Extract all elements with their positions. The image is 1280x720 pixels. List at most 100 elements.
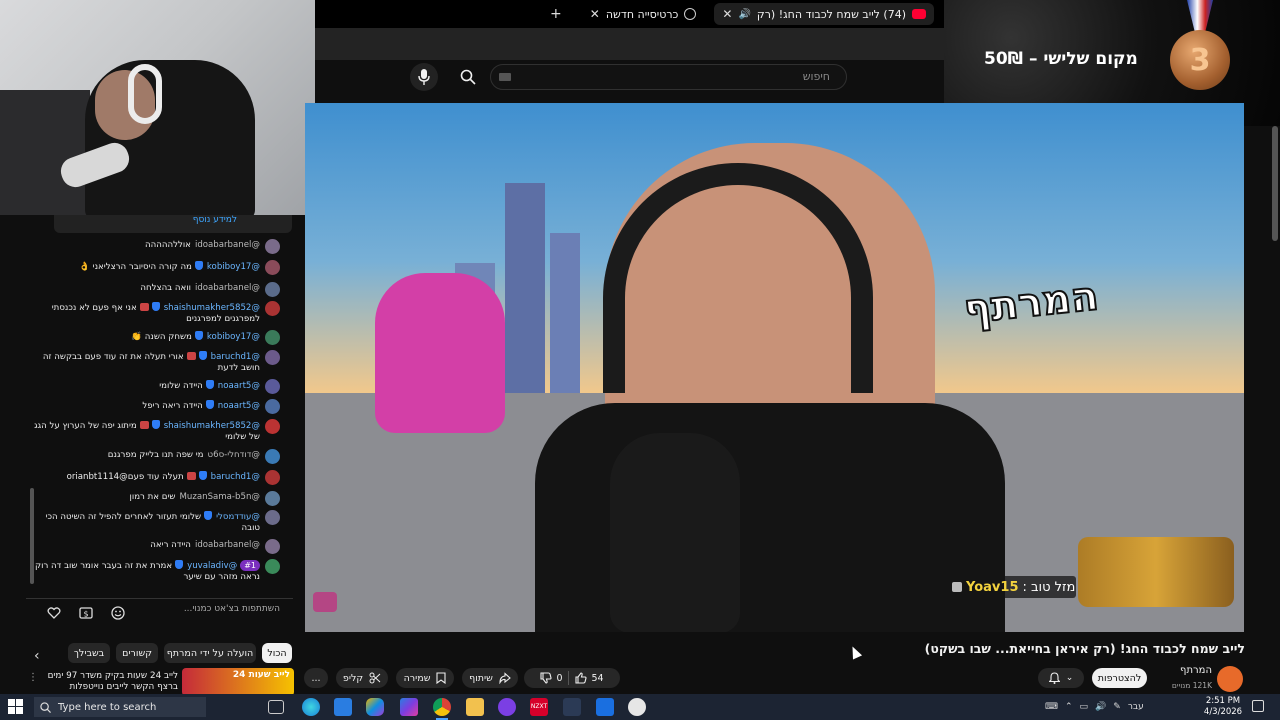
close-tab-icon[interactable]: ✕	[590, 7, 600, 21]
chat-author[interactable]: @baruchd1	[211, 352, 260, 362]
chat-message: @MuzanSama-b5nשים את רמון	[30, 491, 280, 506]
task-view-icon[interactable]	[268, 700, 284, 714]
office-icon[interactable]	[400, 698, 418, 716]
donation-alert: Yoav15 מזל טוב :	[948, 576, 1076, 598]
subscribed-button[interactable]: ⌄	[1038, 668, 1084, 688]
chat-avatar[interactable]	[265, 301, 280, 316]
chat-message-body: @kobiboy17 משחק השנה 👏	[30, 331, 260, 343]
chat-text: תעלה עוד פעם@orianbt1114	[66, 472, 184, 482]
chip-all[interactable]: הכול	[262, 643, 292, 663]
chat-author[interactable]: @baruchd1	[211, 472, 260, 482]
app-icon[interactable]	[563, 698, 581, 716]
chat-avatar[interactable]	[265, 260, 280, 275]
chat-avatar[interactable]	[265, 282, 280, 297]
chat-info-link[interactable]: למידע נוסף	[54, 215, 292, 233]
verified-badge-icon	[151, 420, 160, 429]
copilot-icon[interactable]	[366, 698, 384, 716]
super-chat-button[interactable]: $	[77, 604, 95, 622]
chip-related[interactable]: קשורים	[116, 643, 158, 663]
channel-avatar[interactable]	[1217, 666, 1243, 692]
notification-icon[interactable]	[1252, 700, 1264, 712]
more-actions-button[interactable]: ...	[304, 668, 328, 688]
like-button[interactable]: 54	[575, 672, 604, 684]
taskbar-search[interactable]: Type here to search	[34, 697, 206, 717]
chat-author[interactable]: @noaart5	[218, 381, 260, 391]
store-icon[interactable]	[334, 698, 352, 716]
chat-avatar[interactable]	[265, 449, 280, 464]
chat-author[interactable]: @shaishumakher5852	[164, 421, 260, 431]
chat-avatar[interactable]	[265, 399, 280, 414]
join-button[interactable]: להצטרפות	[1092, 668, 1147, 688]
chat-avatar[interactable]	[265, 510, 280, 525]
save-button[interactable]: שמירה	[396, 668, 454, 688]
chat-author[interactable]: @idoabarbanel	[195, 240, 260, 250]
new-tab-button[interactable]: +	[550, 6, 562, 22]
chat-author[interactable]: @shaishumakher5852	[164, 303, 260, 313]
obs-icon[interactable]	[628, 698, 646, 716]
tab-new[interactable]: כרטיסייה חדשה ✕	[582, 3, 705, 25]
search-input[interactable]: חיפוש	[490, 64, 847, 90]
chat-avatar[interactable]	[265, 470, 280, 485]
chat-author[interactable]: @עודדמסלי	[216, 512, 260, 522]
page-scrollbar[interactable]	[1272, 126, 1278, 241]
chip-uploaded-by[interactable]: הועלה על ידי המרתף	[164, 643, 256, 663]
youtube-icon	[912, 9, 926, 19]
network-icon[interactable]: ▭	[1080, 702, 1089, 712]
pen-icon[interactable]: ✎	[1113, 702, 1121, 712]
like-dislike-group: 54 0	[524, 668, 620, 688]
share-button[interactable]: שיתוף	[462, 668, 518, 688]
chat-avatar[interactable]	[265, 539, 280, 554]
dislike-button[interactable]: 0	[540, 672, 562, 684]
chat-author[interactable]: @idoabarbanel	[195, 283, 260, 293]
chevron-up-icon[interactable]: ⌃	[1065, 702, 1073, 712]
chat-avatar[interactable]	[265, 350, 280, 365]
file-explorer-icon[interactable]	[466, 698, 484, 716]
emoji-button[interactable]	[109, 604, 127, 622]
volume-icon[interactable]: 🔊	[1095, 702, 1106, 712]
recommended-more-icon[interactable]: ⋮	[28, 672, 38, 683]
tab-youtube[interactable]: (74) לייב שמח לכבוד החג! (רק 🔊 ✕	[714, 3, 934, 25]
chat-author[interactable]: @idoabarbanel	[195, 540, 260, 550]
edge-icon[interactable]	[302, 698, 320, 716]
chat-message-body: @idoabarbanel היידה ריאה	[30, 540, 260, 551]
keyboard-icon[interactable]: ⌨	[1045, 702, 1058, 712]
chat-avatar[interactable]	[265, 330, 280, 345]
time: 2:51 PM	[1205, 696, 1241, 706]
chat-author[interactable]: @kobiboy17	[207, 332, 260, 342]
chat-author[interactable]: @noaart5	[218, 401, 260, 411]
chat-avatar[interactable]	[265, 559, 280, 574]
close-tab-icon[interactable]: ✕	[722, 7, 732, 21]
address-bar[interactable]	[315, 28, 944, 60]
chat-input[interactable]: השתתפות בצ'אט כמנוי...	[132, 604, 280, 620]
chat-avatar[interactable]	[265, 239, 280, 254]
chat-author[interactable]: @yuvaladiv	[187, 561, 237, 571]
chat-avatar[interactable]	[265, 379, 280, 394]
keyboard-icon[interactable]	[499, 73, 511, 81]
channel-watermark-icon[interactable]	[313, 592, 337, 612]
bookmark-icon	[436, 672, 447, 684]
taskbar-clock[interactable]: 2:51 PM 4/3/2026	[1200, 696, 1246, 718]
audio-icon[interactable]: 🔊	[738, 9, 750, 20]
chrome-icon[interactable]	[433, 698, 451, 720]
chat-author[interactable]: @kobiboy17	[207, 262, 260, 272]
chevron-left-icon[interactable]: ‹	[34, 648, 50, 664]
chip-for-you[interactable]: בשבילך	[68, 643, 110, 663]
chat-avatar[interactable]	[265, 419, 280, 434]
clip-button[interactable]: קליפ	[336, 668, 388, 688]
chat-author[interactable]: @דודחלי-ס6ט	[208, 450, 260, 460]
app-icon[interactable]	[596, 698, 614, 716]
discord-icon[interactable]	[498, 698, 516, 716]
search-button[interactable]	[452, 63, 484, 91]
bell-icon	[1048, 672, 1060, 684]
voice-search-button[interactable]	[410, 63, 438, 91]
chat-avatar[interactable]	[265, 491, 280, 506]
nzxt-icon[interactable]: NZXT	[530, 698, 548, 716]
channel-name[interactable]: המרתף	[1150, 665, 1212, 676]
chat-scrollbar[interactable]	[30, 488, 34, 584]
chat-author[interactable]: @MuzanSama-b5n	[179, 492, 260, 502]
heart-button[interactable]	[45, 604, 63, 622]
language-indicator[interactable]: עבר	[1128, 702, 1144, 712]
windows-start-icon[interactable]	[8, 699, 24, 715]
recommended-thumbnail[interactable]: לייב שעות 24	[182, 668, 294, 696]
recommended-title[interactable]: לייב 24 שעות בקיק משדר 97 ימים ברצף הקשר…	[38, 671, 178, 693]
